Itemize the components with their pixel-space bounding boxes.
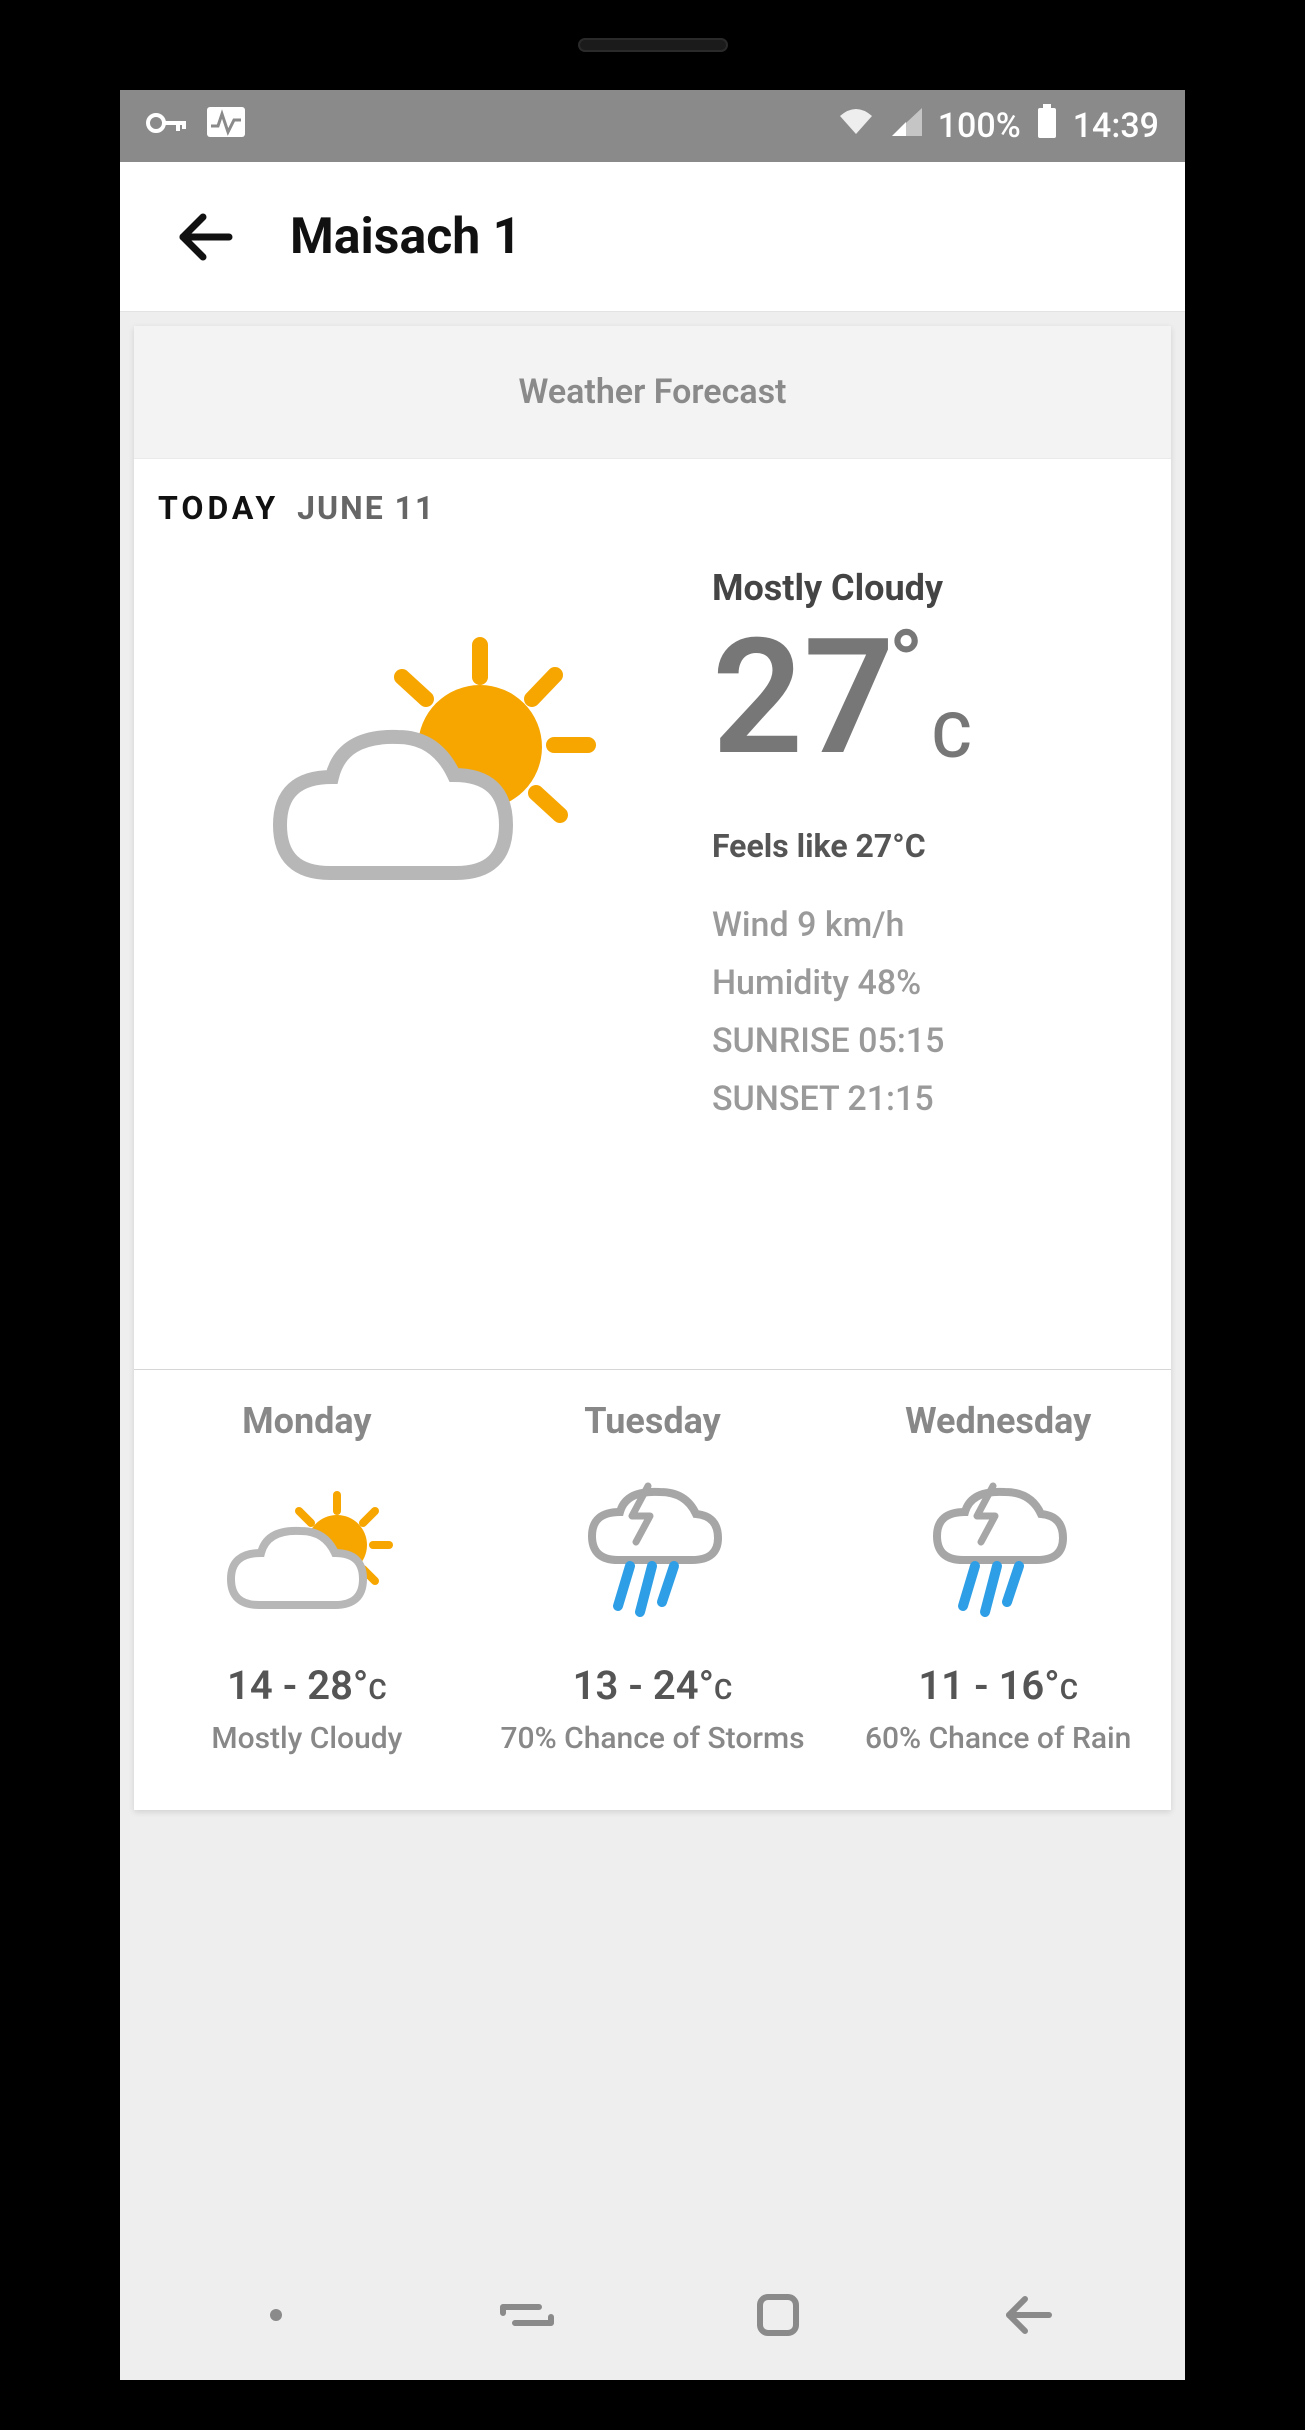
forecast-day: Monday bbox=[142, 1400, 472, 1442]
phone-frame: 100% 14:39 Maisach 1 Weather Forecast bbox=[90, 0, 1215, 2430]
phone-speaker bbox=[578, 38, 728, 52]
page-title: Maisach 1 bbox=[290, 208, 521, 266]
vpn-key-icon bbox=[146, 106, 190, 146]
forecast-day: Wednesday bbox=[833, 1400, 1163, 1442]
wifi-icon bbox=[836, 106, 876, 147]
forecast-temp: 14 - 28°C bbox=[142, 1662, 472, 1709]
forecast-condition: 60% Chance of Rain bbox=[833, 1719, 1163, 1760]
nav-dot-button[interactable] bbox=[216, 2280, 336, 2350]
status-bar: 100% 14:39 bbox=[120, 90, 1185, 162]
battery-percent: 100% bbox=[938, 106, 1021, 146]
sunset-value: SUNSET 21:15 bbox=[712, 1079, 1147, 1119]
nav-home-button[interactable] bbox=[718, 2280, 838, 2350]
cellular-icon bbox=[890, 106, 924, 147]
activity-icon bbox=[206, 106, 246, 147]
forecast-condition: 70% Chance of Storms bbox=[488, 1719, 818, 1760]
temp-degree: ° bbox=[889, 619, 924, 779]
battery-icon bbox=[1035, 104, 1059, 149]
today-section: TODAY JUNE 11 bbox=[134, 459, 1171, 1369]
today-date-value: JUNE 11 bbox=[297, 489, 435, 527]
today-weather-icon bbox=[158, 557, 702, 1119]
app-bar: Maisach 1 bbox=[120, 162, 1185, 312]
status-time: 14:39 bbox=[1073, 106, 1159, 146]
sunrise-value: SUNRISE 05:15 bbox=[712, 1021, 1147, 1061]
card-header: Weather Forecast bbox=[134, 326, 1171, 459]
temp-unit: C bbox=[932, 700, 972, 779]
wind-value: Wind 9 km/h bbox=[712, 905, 1147, 945]
forecast-temp: 13 - 24°C bbox=[488, 1662, 818, 1709]
page-body: Weather Forecast TODAY JUNE 11 bbox=[120, 312, 1185, 1824]
weather-card: Weather Forecast TODAY JUNE 11 bbox=[134, 326, 1171, 1810]
forecast-row: Monday bbox=[134, 1370, 1171, 1810]
forecast-condition: Mostly Cloudy bbox=[142, 1719, 472, 1760]
thunder-rain-icon bbox=[833, 1472, 1163, 1632]
forecast-temp: 11 - 16°C bbox=[833, 1662, 1163, 1709]
today-details: Mostly Cloudy 27 ° C Feels like 27°C Win… bbox=[712, 557, 1147, 1119]
today-temperature: 27 ° C bbox=[712, 619, 1147, 779]
partly-cloudy-icon bbox=[250, 627, 610, 917]
arrow-left-icon bbox=[173, 205, 237, 269]
forecast-cell-monday[interactable]: Monday bbox=[134, 1400, 480, 1760]
screen: 100% 14:39 Maisach 1 Weather Forecast bbox=[120, 90, 1185, 2380]
thunder-rain-icon bbox=[488, 1472, 818, 1632]
humidity-value: Humidity 48% bbox=[712, 963, 1147, 1003]
feels-like: Feels like 27°C bbox=[712, 827, 1147, 865]
back-button[interactable] bbox=[160, 192, 250, 282]
temp-value: 27 bbox=[712, 619, 895, 779]
partly-cloudy-icon bbox=[142, 1472, 472, 1632]
today-condition: Mostly Cloudy bbox=[712, 567, 1147, 609]
forecast-day: Tuesday bbox=[488, 1400, 818, 1442]
nav-back-button[interactable] bbox=[969, 2280, 1089, 2350]
forecast-cell-wednesday[interactable]: Wednesday bbox=[825, 1400, 1171, 1760]
nav-recents-button[interactable] bbox=[467, 2280, 587, 2350]
today-date: TODAY JUNE 11 bbox=[158, 489, 1147, 527]
forecast-cell-tuesday[interactable]: Tuesday bbox=[480, 1400, 826, 1760]
system-nav-bar bbox=[120, 2250, 1185, 2380]
today-label: TODAY bbox=[158, 489, 279, 527]
